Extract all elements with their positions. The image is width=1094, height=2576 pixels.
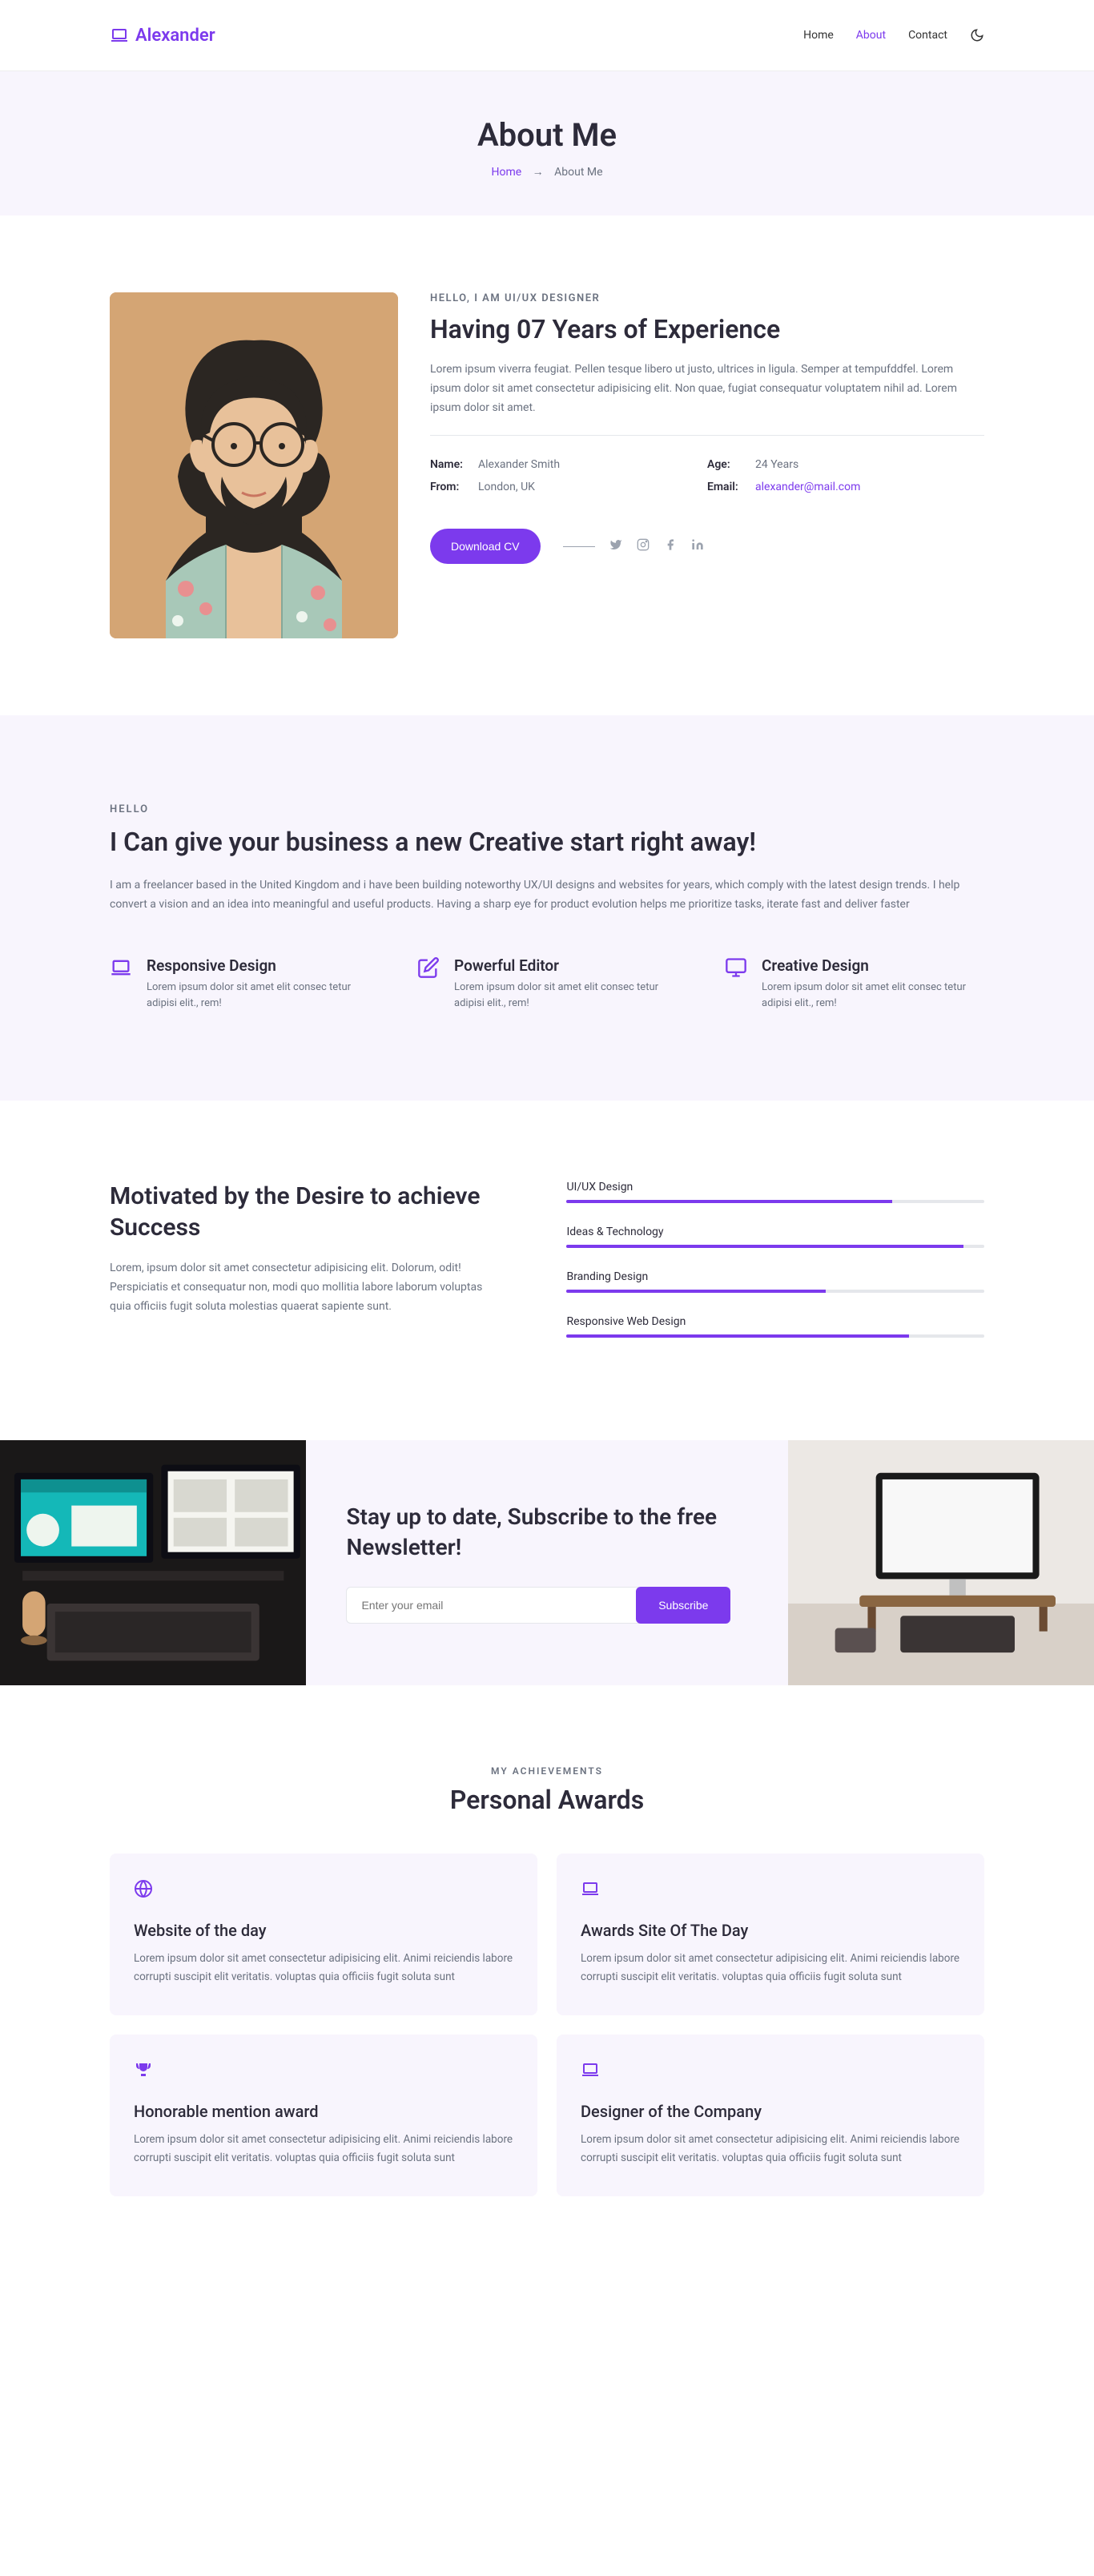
- skill-bar: [566, 1245, 984, 1248]
- creative-heading: I Can give your business a new Creative …: [110, 827, 984, 857]
- info-grid: Name:Alexander Smith From:London, UK Age…: [430, 458, 984, 503]
- newsletter-image-right: [788, 1440, 1094, 1685]
- feature-title: Powerful Editor: [454, 956, 677, 975]
- skill-bar: [566, 1200, 984, 1203]
- skill-name: Responsive Web Design: [566, 1315, 984, 1328]
- skill-fill: [566, 1290, 825, 1293]
- skill-name: Branding Design: [566, 1270, 984, 1283]
- nav-home[interactable]: Home: [803, 29, 834, 42]
- laptop-icon: [110, 956, 132, 1013]
- skill-fill: [566, 1334, 909, 1338]
- award-title: Designer of the Company: [581, 2102, 960, 2121]
- laptop-icon: [581, 2060, 960, 2083]
- age-label: Age:: [707, 458, 755, 471]
- email-value[interactable]: alexander@mail.com: [755, 481, 860, 493]
- header: Alexander Home About Contact: [0, 0, 1094, 71]
- instagram-icon[interactable]: [637, 538, 650, 554]
- laptop-icon: [110, 26, 129, 45]
- skill-item: Branding Design: [566, 1270, 984, 1293]
- about-heading: Having 07 Years of Experience: [430, 314, 984, 344]
- feature-para: Lorem ipsum dolor sit amet elit consec t…: [454, 980, 677, 1013]
- name-value: Alexander Smith: [478, 458, 560, 471]
- chevron-right-icon: →: [533, 166, 544, 179]
- skill-name: Ideas & Technology: [566, 1226, 984, 1238]
- award-title: Website of the day: [134, 1921, 513, 1940]
- award-para: Lorem ipsum dolor sit amet consectetur a…: [581, 1950, 960, 1986]
- award-para: Lorem ipsum dolor sit amet consectetur a…: [134, 1950, 513, 1986]
- nav-about[interactable]: About: [856, 29, 886, 42]
- feature-creative: Creative Design Lorem ipsum dolor sit ame…: [725, 956, 984, 1013]
- skills-para: Lorem, ipsum dolor sit amet consectetur …: [110, 1259, 494, 1316]
- awards-subtitle: MY ACHIEVEMENTS: [110, 1765, 984, 1777]
- brand-text: Alexander: [135, 26, 215, 46]
- feature-responsive: Responsive Design Lorem ipsum dolor sit a…: [110, 956, 369, 1013]
- age-value: 24 Years: [755, 458, 798, 471]
- breadcrumb: Home → About Me: [0, 165, 1094, 179]
- awards-heading: Personal Awards: [110, 1785, 984, 1815]
- monitor-icon: [725, 956, 747, 1013]
- from-label: From:: [430, 481, 478, 493]
- skills-section: Motivated by the Desire to achieve Succe…: [0, 1101, 1094, 1440]
- logo[interactable]: Alexander: [110, 26, 215, 46]
- skill-name: UI/UX Design: [566, 1181, 984, 1193]
- award-card: Designer of the Company Lorem ipsum dolo…: [557, 2035, 984, 2196]
- skill-item: UI/UX Design: [566, 1181, 984, 1203]
- social-links: [563, 538, 704, 554]
- awards-section: MY ACHIEVEMENTS Personal Awards Website …: [0, 1685, 1094, 2244]
- breadcrumb-home[interactable]: Home: [491, 166, 521, 179]
- award-card: Awards Site Of The Day Lorem ipsum dolor…: [557, 1854, 984, 2015]
- award-para: Lorem ipsum dolor sit amet consectetur a…: [581, 2131, 960, 2167]
- newsletter-section: Stay up to date, Subscribe to the free N…: [0, 1440, 1094, 1685]
- creative-para: I am a freelancer based in the United Ki…: [110, 876, 984, 915]
- feature-para: Lorem ipsum dolor sit amet elit consec t…: [147, 980, 369, 1013]
- award-para: Lorem ipsum dolor sit amet consectetur a…: [134, 2131, 513, 2167]
- main-nav: Home About Contact: [803, 28, 984, 42]
- moon-icon[interactable]: [970, 28, 984, 42]
- feature-editor: Powerful Editor Lorem ipsum dolor sit ame…: [417, 956, 677, 1013]
- newsletter-heading: Stay up to date, Subscribe to the free N…: [346, 1502, 747, 1563]
- feature-title: Responsive Design: [147, 956, 369, 975]
- twitter-icon[interactable]: [609, 538, 622, 554]
- skill-fill: [566, 1245, 963, 1248]
- email-input[interactable]: [346, 1587, 639, 1624]
- laptop-icon: [581, 1879, 960, 1902]
- creative-subtitle: HELLO: [110, 803, 984, 815]
- skill-bar: [566, 1334, 984, 1338]
- skill-item: Responsive Web Design: [566, 1315, 984, 1338]
- name-label: Name:: [430, 458, 478, 471]
- award-card: Website of the day Lorem ipsum dolor sit…: [110, 1854, 537, 2015]
- nav-contact[interactable]: Contact: [908, 29, 947, 42]
- subscribe-button[interactable]: Subscribe: [636, 1587, 730, 1624]
- award-title: Honorable mention award: [134, 2102, 513, 2121]
- skill-bar: [566, 1290, 984, 1293]
- creative-section: HELLO I Can give your business a new Cre…: [0, 715, 1094, 1101]
- newsletter-form: Subscribe: [346, 1587, 730, 1624]
- download-cv-button[interactable]: Download CV: [430, 529, 541, 564]
- email-label: Email:: [707, 481, 755, 493]
- trophy-icon: [134, 2060, 513, 2083]
- divider: [430, 435, 984, 436]
- skills-heading: Motivated by the Desire to achieve Succe…: [110, 1181, 494, 1243]
- about-section: HELLO, I AM UI/UX DESIGNER Having 07 Yea…: [0, 215, 1094, 715]
- skill-item: Ideas & Technology: [566, 1226, 984, 1248]
- breadcrumb-current: About Me: [554, 166, 602, 179]
- skill-fill: [566, 1200, 892, 1203]
- social-divider: [563, 546, 595, 547]
- globe-icon: [134, 1879, 513, 1902]
- about-subtitle: HELLO, I AM UI/UX DESIGNER: [430, 292, 984, 304]
- page-title-section: About Me Home → About Me: [0, 71, 1094, 215]
- edit-icon: [417, 956, 440, 1013]
- feature-title: Creative Design: [762, 956, 984, 975]
- feature-para: Lorem ipsum dolor sit amet elit consec t…: [762, 980, 984, 1013]
- award-card: Honorable mention award Lorem ipsum dolo…: [110, 2035, 537, 2196]
- from-value: London, UK: [478, 481, 535, 493]
- profile-image: [110, 292, 398, 638]
- award-title: Awards Site Of The Day: [581, 1921, 960, 1940]
- facebook-icon[interactable]: [664, 538, 677, 554]
- page-title: About Me: [0, 116, 1094, 154]
- about-para: Lorem ipsum viverra feugiat. Pellen tesq…: [430, 360, 984, 417]
- linkedin-icon[interactable]: [691, 538, 704, 554]
- newsletter-image-left: [0, 1440, 306, 1685]
